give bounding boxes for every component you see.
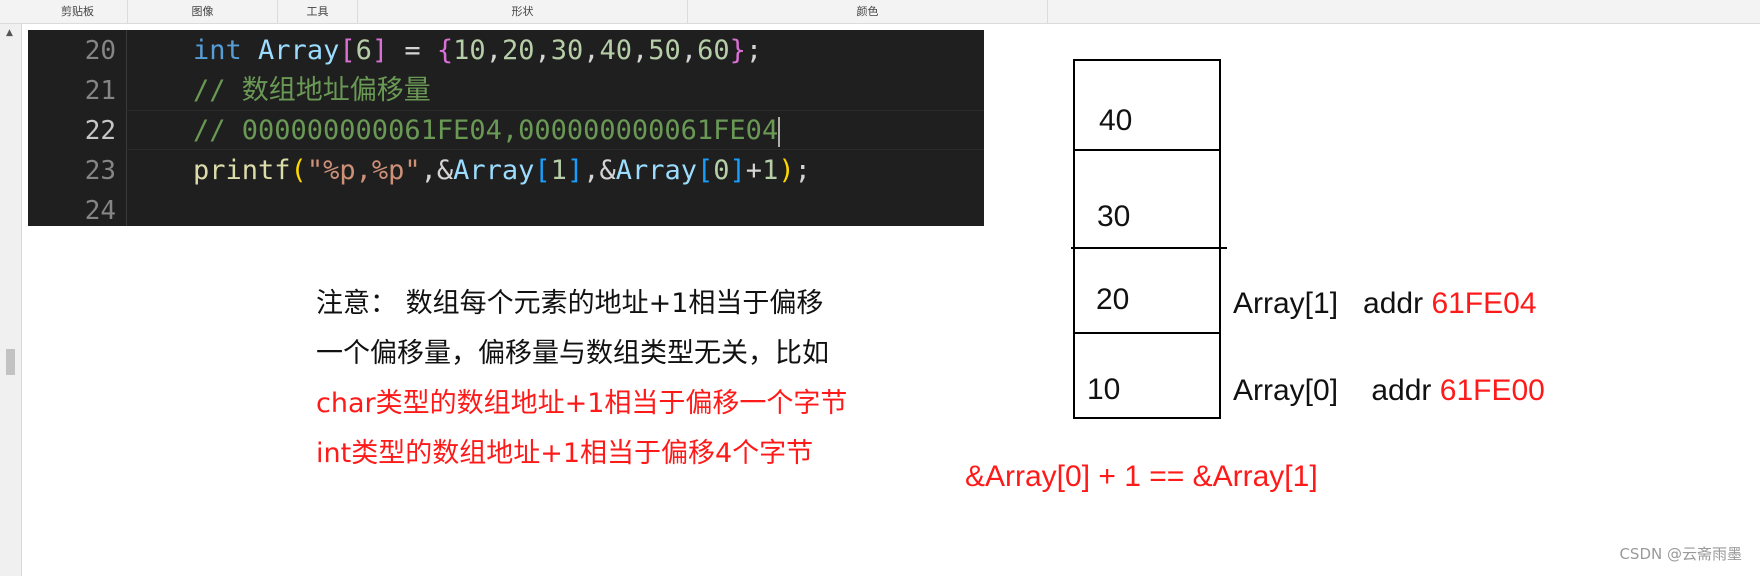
text-caret xyxy=(778,116,781,147)
code-token: int xyxy=(193,35,242,66)
array-0-address-label: Array[0] addr 61FE00 xyxy=(1233,374,1545,408)
code-token: 0 xyxy=(713,155,730,186)
vertical-scrollbar[interactable]: ▲ xyxy=(0,24,22,576)
code-token: ,& xyxy=(420,155,454,186)
code-token: ,& xyxy=(583,155,616,186)
code-token: ; xyxy=(745,35,763,66)
code-token: // 数组地址偏移量 xyxy=(193,75,431,106)
code-token: + xyxy=(745,155,763,186)
memory-cell-value: 10 xyxy=(1087,373,1121,406)
line-number: 21 xyxy=(84,76,116,106)
code-line: 23 printf("%p,%p",&Array[1],&Array[0]+1); xyxy=(28,151,984,191)
line-number: 22 xyxy=(84,116,116,146)
watermark: CSDN @云斋雨墨 xyxy=(1619,545,1742,563)
code-token: 6 xyxy=(355,35,372,66)
memory-block-diagram xyxy=(1073,59,1221,419)
ribbon-group-shapes[interactable]: 形状 xyxy=(358,0,688,23)
note-line-3: char类型的数组地址+1相当于偏移一个字节 xyxy=(316,388,848,419)
array-0-hex: 61FE00 xyxy=(1439,374,1545,407)
code-token: , xyxy=(485,35,502,66)
ribbon-group-image[interactable]: 图像 xyxy=(128,0,278,23)
code-token: { xyxy=(436,35,454,66)
code-token: Array xyxy=(615,155,697,186)
code-token: ( xyxy=(290,155,307,186)
array-1-name: Array[1] xyxy=(1233,287,1339,320)
code-token: 60 xyxy=(697,35,730,66)
code-token: , xyxy=(632,35,649,66)
code-token: 1 xyxy=(762,155,779,186)
array-1-hex: 61FE04 xyxy=(1431,287,1537,320)
cell-divider xyxy=(1075,149,1221,151)
memory-cell-value: 40 xyxy=(1099,104,1133,137)
code-token: Array xyxy=(258,35,340,66)
scroll-up-arrow-icon[interactable]: ▲ xyxy=(6,28,13,38)
code-text: // 000000000061FE04,000000000061FE04 xyxy=(193,111,781,151)
line-number: 24 xyxy=(84,196,116,226)
ribbon-group-clipboard[interactable]: 剪贴板 xyxy=(28,0,128,23)
code-token: Array xyxy=(453,155,535,186)
code-text: printf("%p,%p",&Array[1],&Array[0]+1); xyxy=(193,151,811,191)
cell-divider xyxy=(1071,247,1227,249)
code-token: 50 xyxy=(648,35,681,66)
code-token: [ xyxy=(534,155,551,186)
ribbon-group-tools[interactable]: 工具 xyxy=(278,0,358,23)
address-equation: &Array[0] + 1 == &Array[1] xyxy=(965,460,1318,493)
ribbon-group-colors[interactable]: 颜色 xyxy=(688,0,1048,23)
code-token: , xyxy=(583,35,600,66)
code-text: // 数组地址偏移量 xyxy=(193,71,431,111)
array-1-addr-word: addr xyxy=(1363,287,1424,320)
code-token: = xyxy=(388,35,437,66)
code-line: 24 xyxy=(28,191,984,226)
code-token: 30 xyxy=(550,35,584,66)
code-token: ] xyxy=(371,35,389,66)
array-1-address-label: Array[1] addr 61FE04 xyxy=(1233,287,1537,321)
code-line: 22 // 000000000061FE04,000000000061FE04 xyxy=(28,111,984,151)
code-token: , xyxy=(534,35,551,66)
code-token: ; xyxy=(794,155,811,186)
code-token: ] xyxy=(566,155,584,186)
ribbon-group-labels: 剪贴板 图像 工具 形状 颜色 xyxy=(0,0,1760,24)
code-token: } xyxy=(729,35,746,66)
array-0-addr-word: addr xyxy=(1371,374,1432,407)
scrollbar-thumb[interactable] xyxy=(6,349,15,375)
memory-cell-value: 20 xyxy=(1096,283,1130,316)
array-0-name: Array[0] xyxy=(1233,374,1339,407)
code-token: [ xyxy=(339,35,356,66)
code-token: ) xyxy=(778,155,795,186)
code-line: 21 // 数组地址偏移量 xyxy=(28,71,984,111)
code-token: [ xyxy=(697,155,714,186)
note-line-2: 一个偏移量，偏移量与数组类型无关，比如 xyxy=(316,338,829,369)
code-token: "%p,%p" xyxy=(306,155,421,186)
note-line-4: int类型的数组地址+1相当于偏移4个字节 xyxy=(316,438,814,469)
code-token: , xyxy=(680,35,698,66)
line-number: 20 xyxy=(84,36,116,66)
code-token: 10 xyxy=(453,35,486,66)
memory-cell-value: 30 xyxy=(1097,200,1131,233)
line-number: 23 xyxy=(84,156,116,186)
cell-divider xyxy=(1075,332,1221,334)
code-token: 20 xyxy=(501,35,535,66)
code-token: 40 xyxy=(599,35,633,66)
code-token: printf xyxy=(193,155,291,186)
code-editor-snippet: 20 int Array[6] = {10,20,30,40,50,60}; 21/… xyxy=(28,30,984,226)
code-token: 1 xyxy=(550,155,567,186)
code-token: // 000000000061FE04,000000000061FE04 xyxy=(193,115,779,146)
note-line-1: 注意： 数组每个元素的地址+1相当于偏移 xyxy=(316,288,824,319)
code-text: int Array[6] = {10,20,30,40,50,60}; xyxy=(193,31,762,71)
code-token: ] xyxy=(729,155,746,186)
code-line: 20 int Array[6] = {10,20,30,40,50,60}; xyxy=(28,31,984,71)
